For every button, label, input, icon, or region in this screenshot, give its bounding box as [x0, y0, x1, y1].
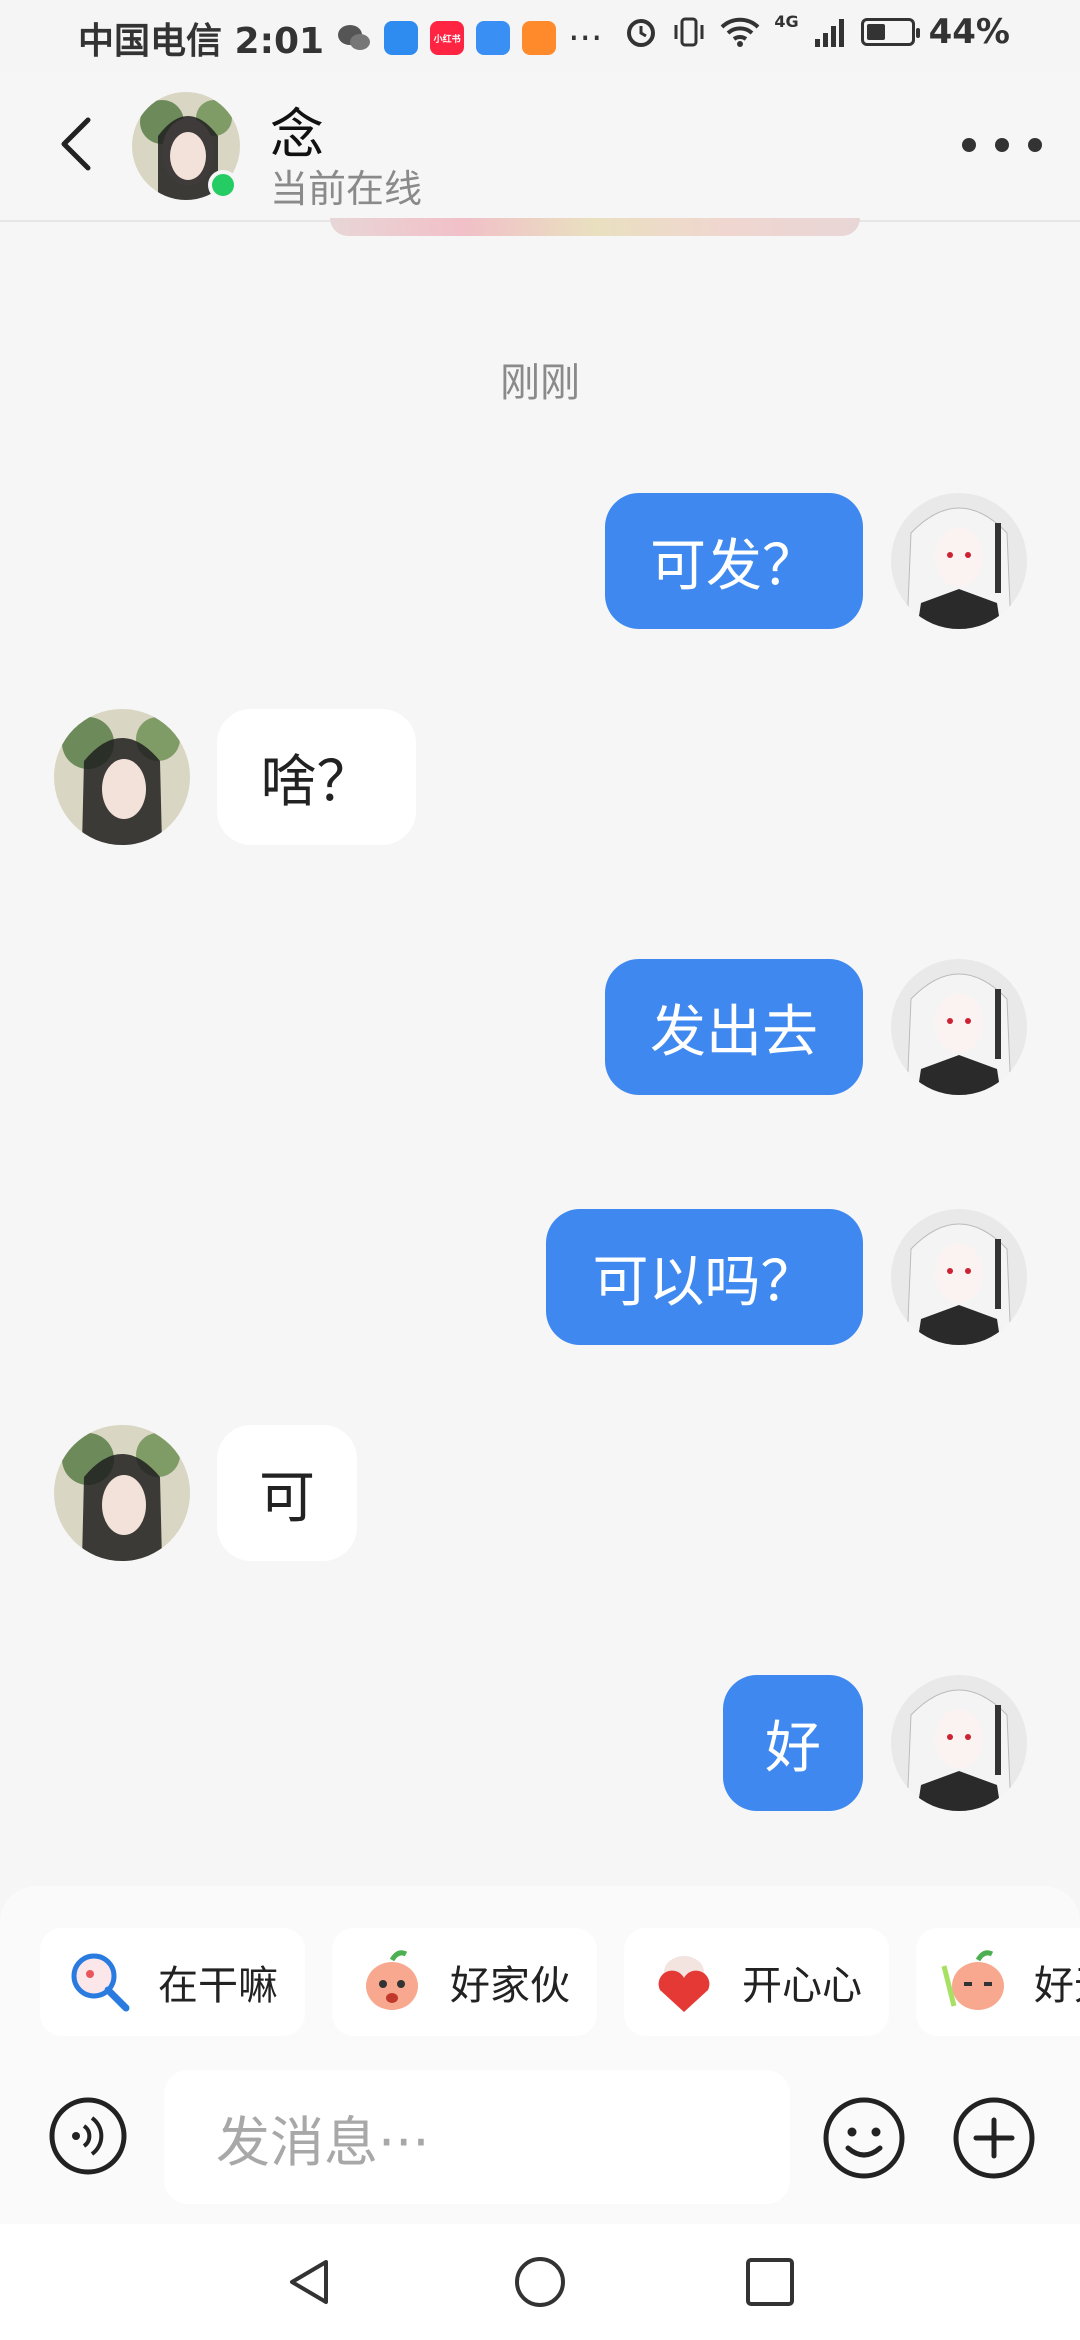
message-bubble-outgoing[interactable]: 可发？ [605, 493, 863, 629]
sticker-label: 开心心 [742, 1963, 862, 2009]
battery-fill [866, 24, 885, 40]
system-nav-bar [0, 2224, 1080, 2340]
battery-percent: 44% [928, 12, 1010, 52]
input-placeholder: 发消息··· [216, 2110, 430, 2174]
back-icon[interactable] [50, 114, 110, 174]
quick-sticker-chip[interactable]: 好家伙 [332, 1928, 597, 2036]
sticker-label: 好无聊 [1034, 1963, 1080, 2009]
message-bubble-outgoing[interactable]: 发出去 [605, 959, 863, 1095]
message-bubble-outgoing[interactable]: 可以吗？ [546, 1209, 863, 1345]
chat-header: 念 当前在线 [0, 72, 1080, 222]
alarm-icon [627, 19, 656, 47]
network-type: 4G [774, 12, 799, 31]
wifi-icon [720, 17, 760, 47]
message-text: 可以吗？ [592, 1249, 817, 1315]
emoji-icon[interactable] [822, 2096, 906, 2180]
wechat-icon [338, 25, 371, 50]
input-panel: 在干嘛 好家伙 开心心 好无聊 发消息··· [0, 1886, 1080, 2224]
status-right: 4G 44% [624, 12, 1010, 52]
video-app-icon [522, 21, 557, 55]
contact-avatar[interactable] [54, 1425, 190, 1561]
my-avatar[interactable] [891, 1675, 1027, 1811]
more-notifications: ··· [568, 17, 603, 59]
quick-sticker-chip[interactable]: 在干嘛 [40, 1928, 305, 2036]
my-avatar[interactable] [891, 1209, 1027, 1345]
sticker-label: 在干嘛 [158, 1963, 278, 2009]
time-divider: 刚刚 [500, 360, 580, 406]
signal-icon [814, 19, 844, 47]
status-bar: 中国电信 2:01 小红书 ··· 4G 44% [0, 0, 1080, 72]
dot-icon [1028, 138, 1042, 152]
weather-app-icon [384, 21, 419, 55]
online-indicator [208, 170, 238, 200]
nav-back-icon[interactable] [282, 2254, 338, 2310]
message-bubble-incoming[interactable]: 啥？ [217, 709, 416, 845]
contact-avatar[interactable] [54, 709, 190, 845]
quick-sticker-chip[interactable]: 好无聊 [916, 1928, 1080, 2036]
magnifier-sticker-icon [71, 1953, 130, 2012]
xiaohongshu-icon: 小红书 [430, 21, 465, 55]
carrier-time: 中国电信 2:01 [78, 21, 325, 62]
dot-icon [995, 138, 1009, 152]
more-options-button[interactable] [962, 130, 1042, 160]
battery-icon [860, 18, 920, 46]
message-input[interactable]: 发消息··· [164, 2070, 790, 2204]
heart-hug-sticker-icon [658, 1956, 710, 2012]
message-bubble-outgoing[interactable]: 好 [723, 1675, 863, 1811]
nav-home-icon[interactable] [512, 2254, 568, 2310]
nav-recents-icon[interactable] [742, 2254, 798, 2310]
status-left: 中国电信 2:01 小红书 ··· [78, 12, 602, 64]
message-text: 可 [259, 1465, 315, 1531]
plus-icon[interactable] [952, 2096, 1036, 2180]
my-avatar[interactable] [891, 493, 1027, 629]
peach-sleepy-sticker-icon [941, 1950, 1004, 2010]
message-text: 啥？ [260, 749, 373, 815]
peach-face-sticker-icon [366, 1950, 418, 2010]
online-status: 当前在线 [270, 167, 423, 211]
quick-sticker-chip[interactable]: 开心心 [624, 1928, 889, 2036]
my-avatar[interactable] [891, 959, 1027, 1095]
message-text: 发出去 [650, 999, 818, 1065]
message-text: 好 [765, 1715, 821, 1781]
sticker-label: 好家伙 [450, 1963, 570, 2009]
message-bubble-incoming[interactable]: 可 [217, 1425, 357, 1561]
voice-input-icon[interactable] [48, 2096, 128, 2176]
image-message-partial[interactable] [330, 218, 860, 236]
vibrate-icon [674, 17, 704, 47]
cloud-app-icon [476, 21, 511, 55]
message-text: 可发？ [650, 533, 818, 599]
dot-icon [962, 138, 976, 152]
